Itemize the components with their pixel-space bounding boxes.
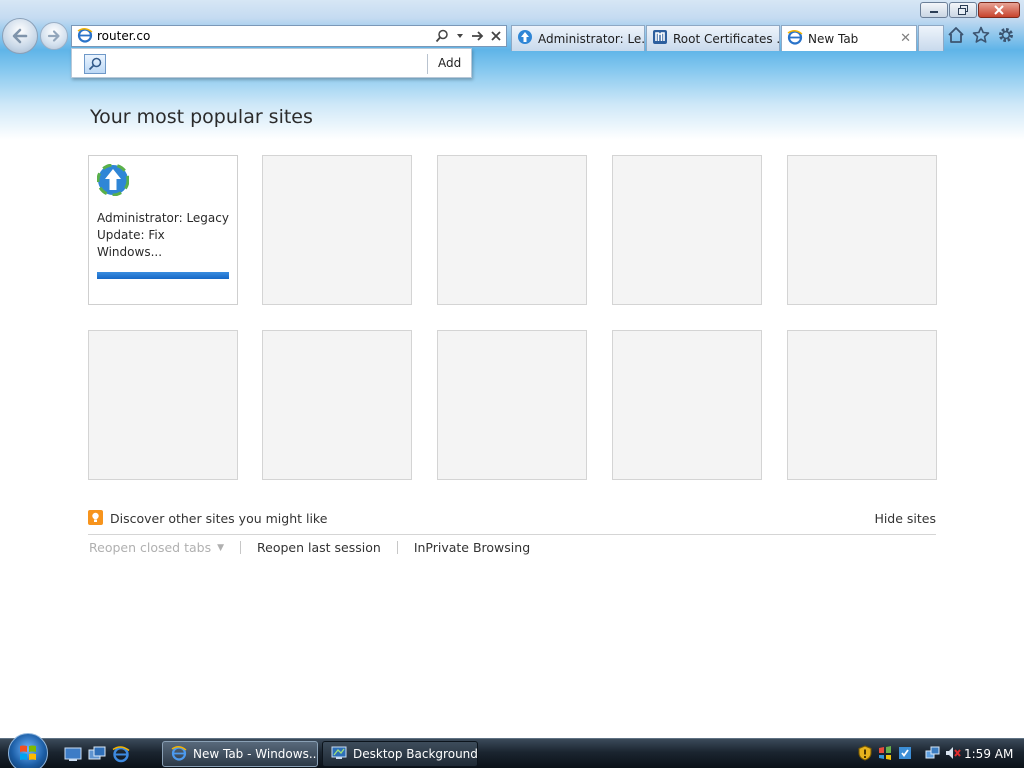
tab-new-tab[interactable]: New Tab ✕ <box>781 25 917 51</box>
ie-icon[interactable] <box>112 745 130 763</box>
empty-site-tile[interactable] <box>437 330 587 480</box>
address-bar[interactable] <box>71 25 507 47</box>
restore-icon <box>958 5 968 15</box>
empty-site-tile[interactable] <box>787 330 937 480</box>
empty-site-tile[interactable] <box>437 155 587 305</box>
switch-windows-icon[interactable] <box>88 745 106 763</box>
taskbar-button-label: New Tab - Windows... <box>193 747 317 761</box>
empty-site-tile[interactable] <box>612 330 762 480</box>
command-icons <box>947 26 1015 44</box>
forward-arrow-icon <box>47 30 60 42</box>
tab-administrator[interactable]: Administrator: Le... <box>511 25 645 51</box>
close-button[interactable] <box>978 2 1020 18</box>
suggested-sites-icon <box>88 510 103 525</box>
reopen-closed-tabs-link[interactable]: Reopen closed tabs <box>89 540 211 555</box>
tab-close-icon[interactable]: ✕ <box>900 31 911 46</box>
back-arrow-icon <box>12 28 28 44</box>
search-icon[interactable] <box>434 28 450 44</box>
home-icon[interactable] <box>947 26 965 44</box>
stop-button[interactable] <box>488 28 504 44</box>
restore-button[interactable] <box>949 2 977 18</box>
go-button[interactable] <box>470 28 486 44</box>
hide-sites-link[interactable]: Hide sites <box>874 511 936 526</box>
volume-muted-icon[interactable] <box>945 745 961 761</box>
empty-site-tile[interactable] <box>262 155 412 305</box>
empty-site-tile[interactable] <box>262 330 412 480</box>
empty-site-tile[interactable] <box>612 155 762 305</box>
legacy-update-icon <box>96 163 130 199</box>
discover-sites-row: Discover other sites you might like Hide… <box>88 510 936 535</box>
taskbar-button-new-tab[interactable]: New Tab - Windows... <box>162 741 318 767</box>
forward-button[interactable] <box>40 22 68 50</box>
window-controls <box>920 2 1020 18</box>
suggestion-search-button[interactable] <box>84 54 106 74</box>
chevron-down-icon: ▼ <box>217 542 225 553</box>
desktop-background-icon <box>331 745 347 764</box>
page-title: Your most popular sites <box>90 106 313 128</box>
gear-icon[interactable] <box>997 26 1015 44</box>
security-shield-icon[interactable] <box>857 745 873 761</box>
address-input[interactable] <box>97 27 434 45</box>
minimize-button[interactable] <box>920 2 948 18</box>
address-suggestion-dropdown: Add <box>71 48 472 78</box>
clock[interactable]: 1:59 AM <box>964 747 1013 761</box>
dropdown-arrow-icon[interactable] <box>452 28 468 44</box>
m-site-icon <box>652 29 668 48</box>
taskbar-button-desktop-background[interactable]: Desktop Background <box>322 741 478 767</box>
windows-update-icon[interactable] <box>877 745 893 761</box>
network-icon[interactable] <box>925 745 941 761</box>
empty-site-tile[interactable] <box>787 155 937 305</box>
go-arrow-icon <box>472 31 484 41</box>
tab-strip: Administrator: Le... Root Certificates .… <box>511 25 944 51</box>
system-tray <box>857 745 961 761</box>
tile-activity-bar <box>97 272 229 279</box>
back-button[interactable] <box>2 18 38 54</box>
legacy-update-icon <box>517 29 533 48</box>
ie-icon <box>171 745 187 764</box>
show-desktop-icon[interactable] <box>64 745 82 763</box>
ie-icon <box>77 27 93 46</box>
tab-label: Administrator: Le... <box>538 31 644 46</box>
reopen-last-session-link[interactable]: Reopen last session <box>257 540 381 555</box>
tab-root-certificates[interactable]: Root Certificates ... <box>646 25 780 51</box>
ie-icon <box>787 29 803 48</box>
add-search-provider-button[interactable]: Add <box>438 56 461 70</box>
new-tab-button[interactable] <box>918 25 944 51</box>
quick-launch <box>64 745 130 763</box>
discover-sites-link[interactable]: Discover other sites you might like <box>110 511 327 526</box>
search-icon <box>88 57 102 71</box>
windows-logo-icon <box>20 745 36 760</box>
divider <box>240 541 242 554</box>
minimize-icon <box>930 11 938 13</box>
action-center-icon[interactable] <box>897 745 913 761</box>
favorites-star-icon[interactable] <box>972 26 990 44</box>
divider <box>427 54 428 74</box>
taskbar-button-label: Desktop Background <box>353 747 477 761</box>
divider <box>396 541 398 554</box>
stop-x-icon <box>491 31 501 41</box>
close-icon <box>994 5 1004 15</box>
empty-site-tile[interactable] <box>88 330 238 480</box>
inprivate-browsing-link[interactable]: InPrivate Browsing <box>414 540 530 555</box>
session-links: Reopen closed tabs ▼ Reopen last session… <box>89 540 530 555</box>
tab-label: Root Certificates ... <box>673 31 779 46</box>
tab-label: New Tab <box>808 31 859 46</box>
site-tile-administrator-legacy-update[interactable]: Administrator: Legacy Update: Fix Window… <box>88 155 238 305</box>
tile-label: Administrator: Legacy Update: Fix Window… <box>97 211 229 259</box>
start-button[interactable] <box>8 733 48 768</box>
taskbar: New Tab - Windows... Desktop Background … <box>0 733 1024 768</box>
